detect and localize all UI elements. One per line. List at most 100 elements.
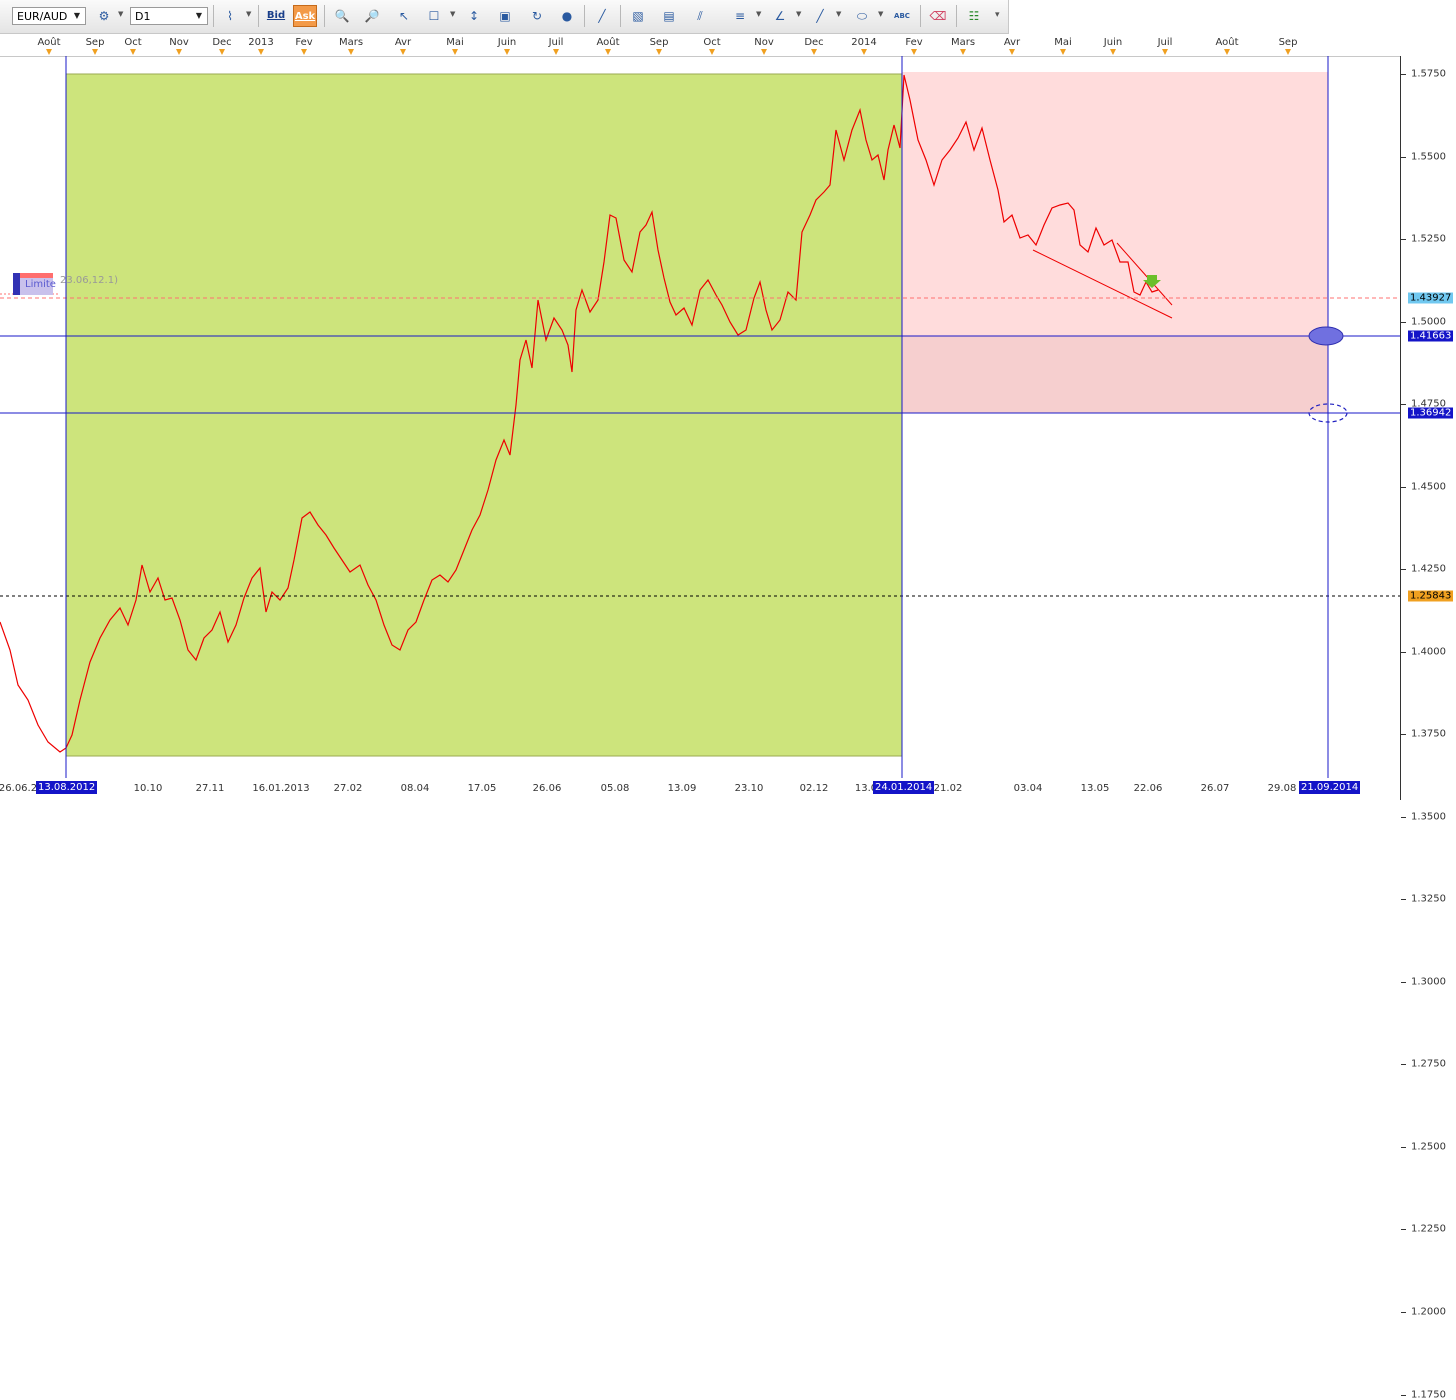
price-tick xyxy=(1401,156,1406,158)
toolbar-divider xyxy=(920,5,921,27)
top-axis-month: Dec xyxy=(804,37,824,48)
price-tick-label: 1.5250 xyxy=(1411,233,1446,245)
timeframe-value: D1 xyxy=(135,10,151,23)
price-tick xyxy=(1401,1146,1406,1148)
chevron-down-icon[interactable]: ▼ xyxy=(246,10,251,18)
sync-icon[interactable]: ↻ xyxy=(525,5,549,27)
chevron-down-icon[interactable]: ▼ xyxy=(878,10,883,18)
bottom-axis-date: 26.07 xyxy=(1200,783,1230,794)
toolbar-divider xyxy=(324,5,325,27)
top-axis-month: Fev xyxy=(295,37,313,48)
lower-level-label: 1.36942 xyxy=(1408,407,1454,419)
top-axis-month: Juil xyxy=(1157,37,1173,48)
eraser-icon[interactable]: ⌫ xyxy=(926,5,950,27)
top-axis-month: Nov xyxy=(169,37,189,48)
ask-button[interactable]: Ask xyxy=(293,5,317,27)
chevron-down-icon[interactable]: ▼ xyxy=(756,10,761,18)
price-tick-label: 1.5750 xyxy=(1411,68,1446,80)
template-icon[interactable]: ▤ xyxy=(657,5,681,27)
month-marker-icon xyxy=(504,49,510,55)
top-axis-month: Août xyxy=(596,37,620,48)
month-marker-icon xyxy=(1224,49,1230,55)
cursor-icon[interactable]: ↖ xyxy=(392,5,416,27)
zoom-in-icon[interactable]: 🔍 xyxy=(330,5,354,27)
line-color-icon[interactable]: ╱ xyxy=(808,5,832,27)
screenshot-icon[interactable]: ▣ xyxy=(493,5,517,27)
toolbar-overflow-icon[interactable]: ▾ xyxy=(995,10,1000,20)
top-axis-month: Dec xyxy=(212,37,232,48)
month-marker-icon xyxy=(1110,49,1116,55)
price-axis: 1.5750 1.5500 1.5250 1.5000 1.4750 1.4500 1.42… xyxy=(1400,56,1456,1400)
globe-icon[interactable]: ● xyxy=(555,5,579,27)
month-marker-icon xyxy=(1009,49,1015,55)
ellipse-icon[interactable]: ⬭ xyxy=(850,5,874,27)
month-marker-icon xyxy=(605,49,611,55)
price-tick-label: 1.2500 xyxy=(1411,1141,1446,1153)
timeframe-select[interactable]: D1 ▼ xyxy=(130,7,208,25)
chevron-down-icon[interactable]: ▼ xyxy=(836,10,841,18)
price-tick xyxy=(1401,1229,1406,1231)
limit-order-tag[interactable]: Limite xyxy=(13,273,56,295)
split-date-label: 24.01.2014 xyxy=(873,781,935,794)
price-tick-label: 1.4000 xyxy=(1411,646,1446,658)
month-marker-icon xyxy=(92,49,98,55)
chevron-down-icon[interactable]: ▼ xyxy=(796,10,801,18)
symbol-select[interactable]: EUR/AUD ▼ xyxy=(12,7,86,25)
bottom-axis-date: 22.06 xyxy=(1133,783,1163,794)
limit-marker xyxy=(13,273,20,295)
fibonacci-icon[interactable]: ⫽ xyxy=(688,5,712,27)
month-marker-icon xyxy=(46,49,52,55)
bottom-axis-date: 17.05 xyxy=(467,783,497,794)
projection-date-label: 21.09.2014 xyxy=(1299,781,1361,794)
month-marker-icon xyxy=(176,49,182,55)
vertical-fit-icon[interactable]: ↕ xyxy=(462,5,486,27)
month-marker-icon xyxy=(258,49,264,55)
cursor-coordinates: 23.06,12.1) xyxy=(60,275,118,286)
current-price-label: 1.43927 xyxy=(1408,292,1454,304)
month-marker-icon xyxy=(861,49,867,55)
month-marker-icon xyxy=(911,49,917,55)
price-tick xyxy=(1401,404,1406,406)
month-marker-icon xyxy=(1285,49,1291,55)
hierarchy-icon[interactable]: ☷ xyxy=(962,5,986,27)
indicator-icon[interactable]: ⚙ xyxy=(92,5,116,27)
price-tick-label: 1.3250 xyxy=(1411,893,1446,905)
top-axis-month: Août xyxy=(1215,37,1239,48)
top-axis-month: 2013 xyxy=(248,37,274,48)
zoom-box-icon[interactable]: ☐ xyxy=(422,5,446,27)
chart-type-icon[interactable]: ⌇ xyxy=(218,5,242,27)
zoom-out-icon[interactable]: 🔎 xyxy=(360,5,384,27)
bottom-axis-date: 08.04 xyxy=(400,783,430,794)
top-axis-month: Août xyxy=(37,37,61,48)
image-icon[interactable]: ▧ xyxy=(626,5,650,27)
price-tick xyxy=(1401,1394,1406,1396)
bid-button[interactable]: Bid xyxy=(264,5,288,27)
trendline-tools-icon[interactable]: ∠ xyxy=(768,5,792,27)
dotted-level-label: 1.25843 xyxy=(1408,590,1454,602)
bottom-axis-date: 26.06 xyxy=(532,783,562,794)
price-tick xyxy=(1401,239,1406,241)
bottom-axis-date: 27.11 xyxy=(195,783,225,794)
ruler-icon[interactable]: ╱ xyxy=(590,5,614,27)
price-tick-label: 1.3750 xyxy=(1411,728,1446,740)
text-tool-icon[interactable]: ABC xyxy=(890,5,914,27)
top-axis-month: Sep xyxy=(649,37,669,48)
lines-icon[interactable]: ≡ xyxy=(728,5,752,27)
chevron-down-icon[interactable]: ▼ xyxy=(450,10,455,18)
start-date-label: 13.08.2012 xyxy=(36,781,98,794)
chevron-down-icon: ▼ xyxy=(73,11,81,20)
top-axis-month: 2014 xyxy=(851,37,877,48)
month-marker-icon xyxy=(1060,49,1066,55)
top-axis-month: Nov xyxy=(754,37,774,48)
price-tick xyxy=(1401,981,1406,983)
price-tick xyxy=(1401,1064,1406,1066)
price-tick xyxy=(1401,651,1406,653)
month-marker-icon xyxy=(130,49,136,55)
price-chart[interactable] xyxy=(0,56,1400,778)
chevron-down-icon[interactable]: ▼ xyxy=(118,10,123,18)
price-tick-label: 1.2750 xyxy=(1411,1058,1446,1070)
month-marker-icon xyxy=(709,49,715,55)
price-tick-label: 1.5500 xyxy=(1411,151,1446,163)
price-tick-label: 1.5000 xyxy=(1411,316,1446,328)
top-axis-month: Mai xyxy=(446,37,464,48)
